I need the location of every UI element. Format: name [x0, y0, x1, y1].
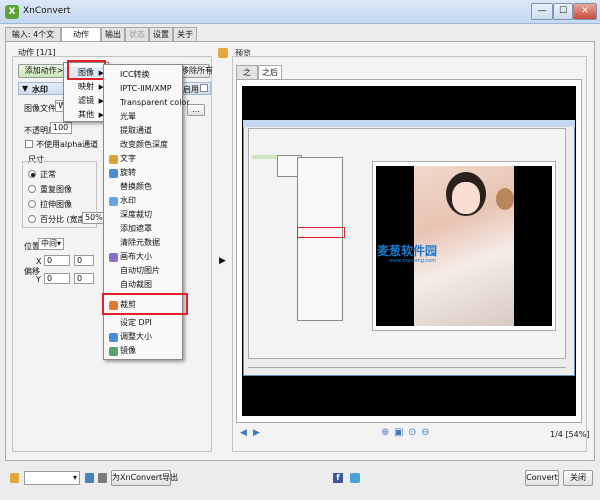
previous-image-icon[interactable]: ◀	[240, 428, 247, 438]
menu-item-filter[interactable]: 滤镜 ▶	[64, 95, 108, 107]
fit-view-icon[interactable]: ▣	[394, 427, 403, 438]
submenu-item-mirror[interactable]: 镜像	[104, 345, 182, 357]
position-x-spinbox[interactable]: 0	[44, 255, 70, 266]
menu-item-other[interactable]: 其他 ▶	[64, 109, 108, 121]
no-alpha-label: 不使用alpha通道	[36, 140, 99, 149]
watermark-icon	[109, 197, 118, 206]
watermark-url-text: www.maicong.com	[389, 258, 437, 264]
percent-spinbox[interactable]: 50%	[82, 212, 104, 224]
submenu-item-depth[interactable]: 改变颜色深度	[104, 139, 182, 151]
facebook-icon[interactable]: f	[333, 473, 343, 483]
size-repeat-label: 重复图像	[40, 185, 72, 194]
canvas-icon	[109, 253, 118, 262]
submenu-item-text[interactable]: 文字	[104, 153, 182, 165]
offset-y-spinbox[interactable]: 0	[74, 273, 94, 284]
collapse-icon[interactable]: ▼	[22, 84, 28, 93]
preview-icon	[218, 48, 228, 58]
position-y-axis-icon: Y	[36, 275, 41, 284]
resize-icon	[109, 333, 118, 342]
submenu-item-halo[interactable]: 光晕	[104, 111, 182, 123]
submenu-item-clear-metadata[interactable]: 清除元数据	[104, 237, 182, 249]
image-submenu: ICC转换 IPTC-IIM/XMP Transparent color 光晕 …	[103, 64, 190, 360]
close-window-button[interactable]: ✕	[573, 3, 597, 20]
zoom-in-icon[interactable]: ⊕	[381, 427, 389, 438]
watermark-brand-text: 麦葱软件园	[377, 244, 438, 258]
position-select[interactable]: 中间 ▾	[38, 238, 64, 250]
opacity-spinbox[interactable]: 100	[50, 122, 72, 134]
panel-toggle-arrow-icon[interactable]: ▶	[219, 256, 226, 266]
tab-preview-after[interactable]: 之后	[258, 65, 282, 80]
submenu-item-iptc[interactable]: IPTC-IIM/XMP	[104, 83, 182, 95]
page-counter: 1/4 [54%]	[550, 430, 590, 439]
mirror-icon	[109, 347, 118, 356]
chevron-down-icon: ▾	[56, 239, 61, 248]
chevron-down-icon: ▾	[72, 473, 77, 482]
submenu-item-set-dpi[interactable]: 设定 DPI	[104, 317, 182, 329]
submenu-item-transparent[interactable]: Transparent color	[104, 97, 190, 109]
position-y-spinbox[interactable]: 0	[44, 273, 70, 284]
submenu-item-auto-slice[interactable]: 自动切图片	[104, 265, 182, 277]
save-preset-icon[interactable]	[85, 473, 94, 483]
tab-input[interactable]: 输入: 4个文件	[5, 27, 61, 52]
submenu-item-auto-crop[interactable]: 自动裁图	[104, 279, 182, 291]
preview-nested-statusbar	[372, 337, 556, 343]
submenu-item-watermark[interactable]: 水印	[104, 195, 182, 207]
size-percent-radio[interactable]	[28, 215, 36, 223]
submenu-item-add-mask[interactable]: 添加遮罩	[104, 223, 182, 235]
submenu-item-resize[interactable]: 调整大小	[104, 331, 182, 343]
image-menu-highlight-box	[67, 60, 106, 80]
size-normal-label: 正常	[40, 170, 56, 179]
twitter-icon[interactable]	[350, 473, 360, 483]
size-stretch-radio[interactable]	[28, 200, 36, 208]
export-button[interactable]: 为XnConvert导出	[111, 470, 178, 486]
enable-label: 启用	[183, 85, 199, 94]
submenu-item-rotate[interactable]: 旋转	[104, 167, 182, 179]
offset-x-spinbox[interactable]: 0	[74, 255, 94, 266]
preview-nested-highlight-box	[297, 227, 345, 238]
size-repeat-radio[interactable]	[28, 185, 36, 193]
preview-photo-face	[452, 182, 480, 214]
position-x-axis-icon: X	[36, 257, 42, 266]
delete-preset-icon[interactable]	[98, 473, 107, 483]
preview-nested-bottombar	[248, 358, 566, 367]
tab-about[interactable]: 关于	[173, 27, 197, 41]
actual-size-icon[interactable]: ⊙	[408, 427, 416, 438]
tab-actions[interactable]: 动作 [1/1]	[61, 27, 101, 52]
watermark-header-label: 水印	[32, 85, 48, 94]
title-bar	[0, 0, 600, 24]
close-button[interactable]: 关闭	[563, 470, 593, 486]
enable-checkbox[interactable]	[200, 84, 208, 92]
submenu-item-replace-color[interactable]: 替换颜色	[104, 181, 182, 193]
next-image-icon[interactable]: ▶	[253, 428, 260, 438]
no-alpha-checkbox[interactable]	[25, 140, 33, 148]
tab-settings[interactable]: 设置	[149, 27, 173, 41]
window-title: XnConvert	[23, 6, 71, 16]
app-logo-icon: X	[5, 5, 19, 19]
tab-output[interactable]: 输出	[101, 27, 125, 41]
size-normal-radio[interactable]	[28, 170, 36, 178]
tab-status: 状态	[125, 27, 149, 41]
settings-folder-icon[interactable]	[10, 473, 19, 483]
minimize-button[interactable]: —	[531, 3, 553, 20]
submenu-item-icc[interactable]: ICC转换	[104, 69, 182, 81]
menu-item-mapping[interactable]: 映射 ▶	[64, 81, 108, 93]
preview-nested-submenu	[297, 157, 343, 321]
crop-highlight-box	[102, 293, 188, 315]
submenu-item-canvas-size[interactable]: 画布大小	[104, 251, 182, 263]
remove-all-button[interactable]: 移除所有	[180, 64, 213, 78]
maximize-button[interactable]: ☐	[553, 3, 573, 20]
rotate-icon	[109, 169, 118, 178]
preview-nested-titlebar	[243, 120, 575, 127]
preset-select[interactable]: ▾	[24, 471, 80, 485]
zoom-out-icon[interactable]: ⊖	[421, 427, 429, 438]
submenu-item-extract[interactable]: 提取通道	[104, 125, 182, 137]
tab-preview-before[interactable]: 之前	[236, 65, 258, 90]
convert-button[interactable]: Convert	[525, 470, 559, 486]
submenu-item-deep-crop[interactable]: 深度裁切	[104, 209, 182, 221]
text-icon	[109, 155, 118, 164]
size-stretch-label: 拉伸图像	[40, 200, 72, 209]
preview-photo-bear	[496, 188, 514, 210]
